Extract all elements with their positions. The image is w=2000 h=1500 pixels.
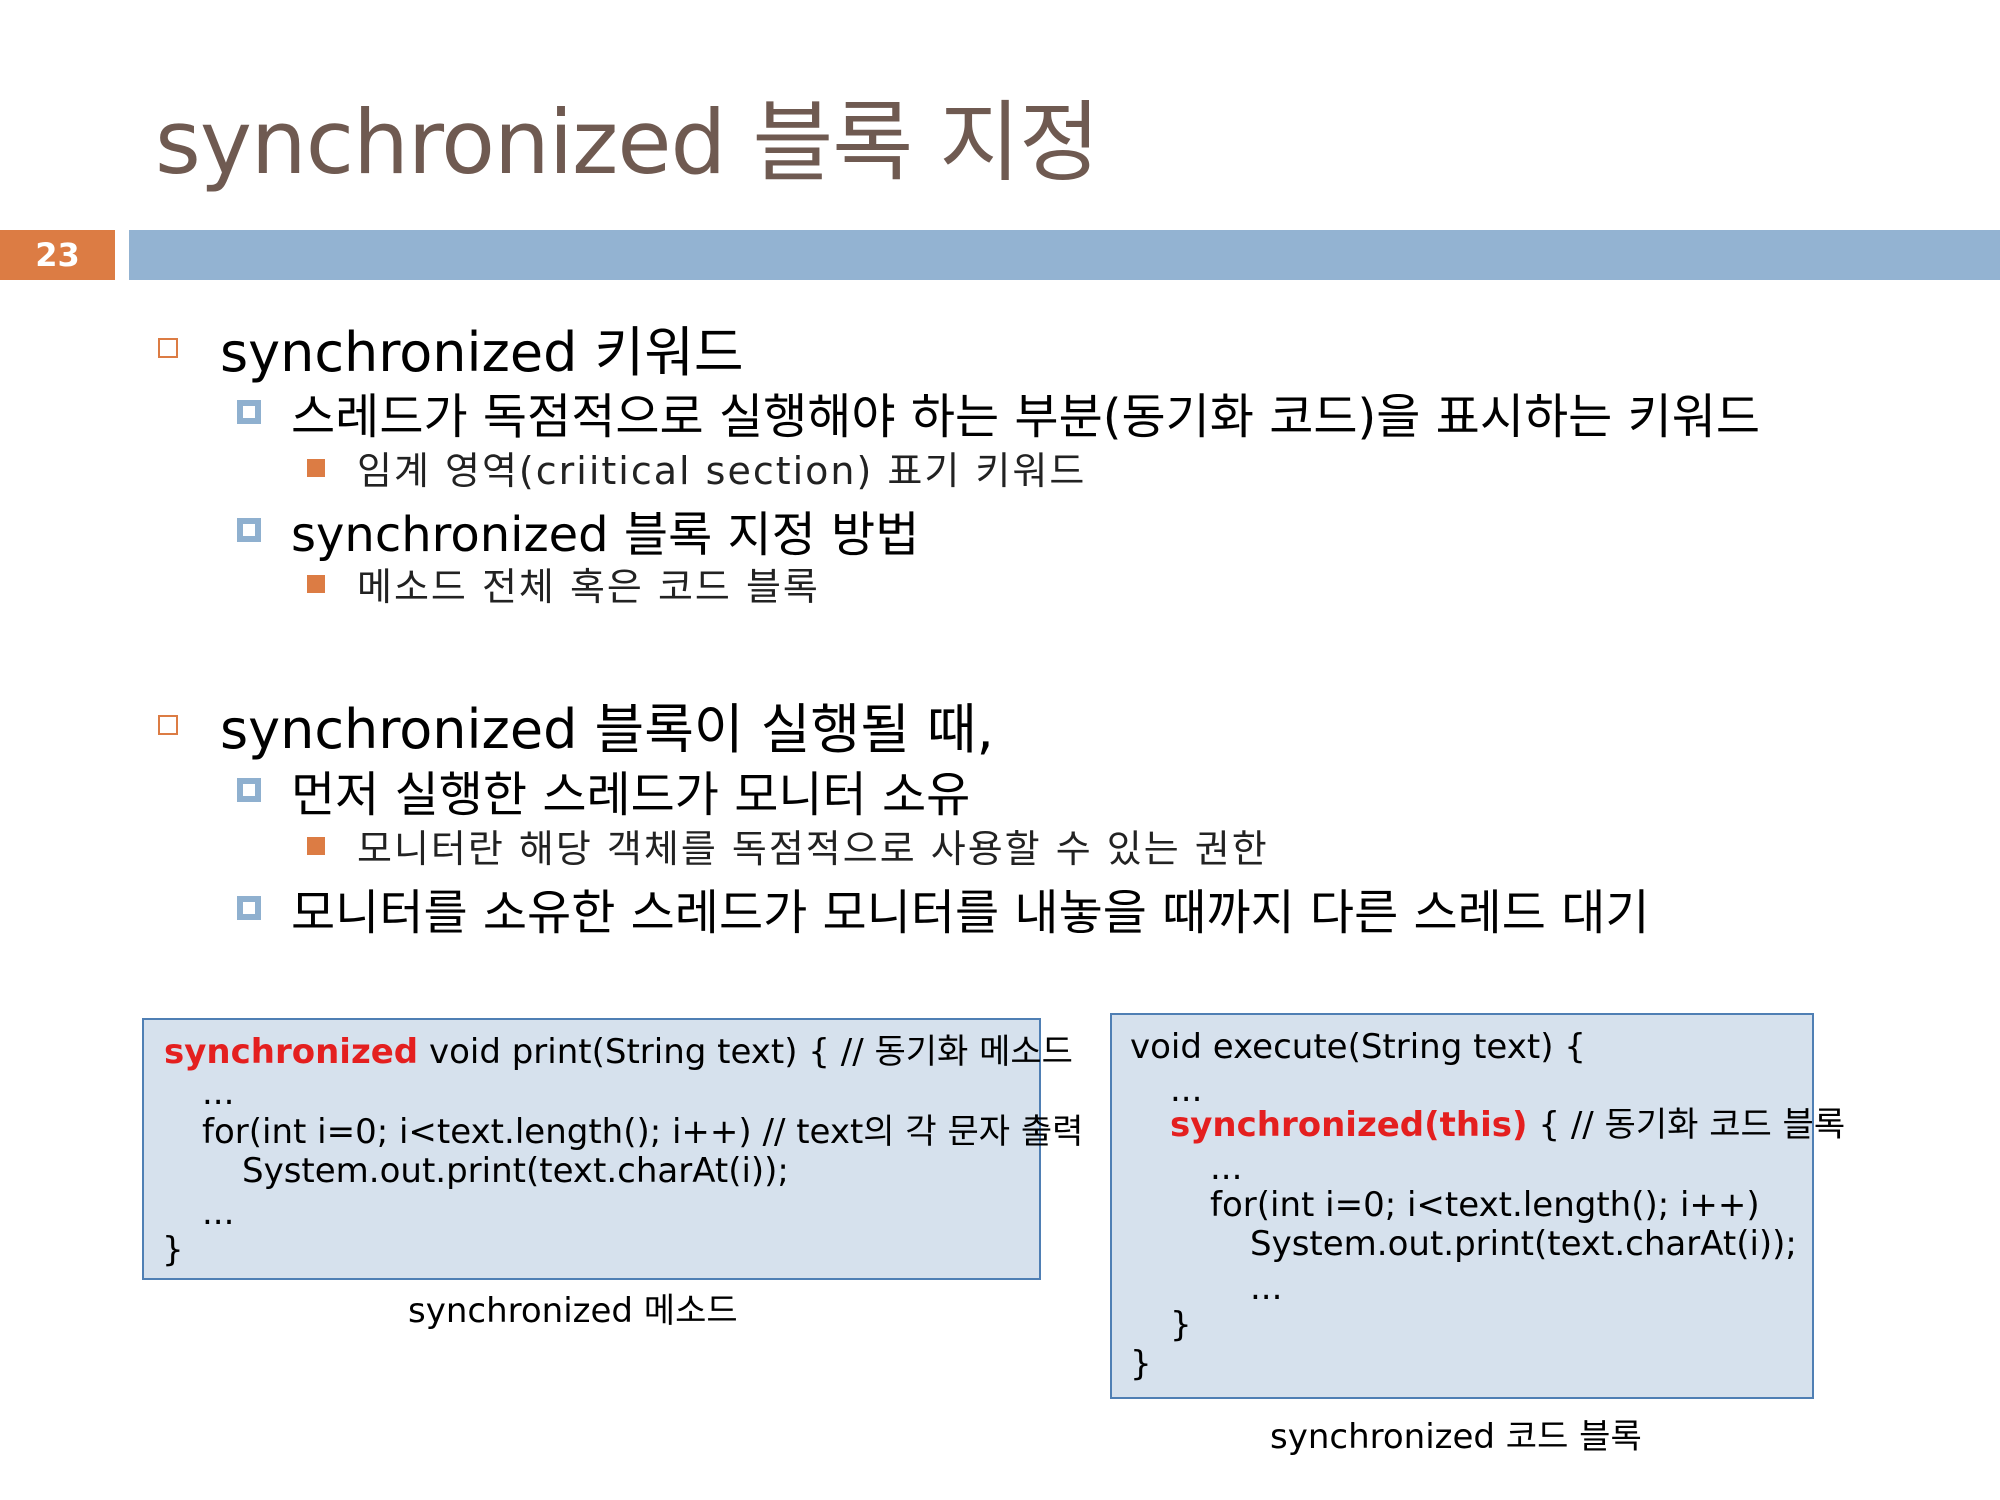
bullet-level1: synchronized 키워드: [158, 308, 744, 387]
blue-square-bullet-icon: [237, 518, 261, 542]
blue-square-bullet-icon: [237, 896, 261, 920]
code-box-block: void execute(String text) { ... synchron…: [1110, 1013, 1845, 1399]
code-text: { // 동기화 코드 블록: [1527, 1105, 1846, 1145]
bullet-text: 임계 영역(criitical section) 표기 키워드: [357, 449, 1087, 493]
bullet-text: synchronized 블록이 실행될 때,: [220, 698, 994, 761]
bullet-level1: synchronized 블록이 실행될 때,: [158, 685, 994, 764]
code-line: }: [162, 1230, 184, 1270]
bullet-level2: 스레드가 독점적으로 실행해야 하는 부분(동기화 코드)을 표시하는 키워드: [237, 377, 1760, 447]
code-keyword: synchronized(this): [1170, 1105, 1528, 1145]
bullet-level2: 먼저 실행한 스레드가 모니터 소유: [237, 755, 970, 825]
bullet-text: 모니터란 해당 객체를 독점적으로 사용할 수 있는 권한: [357, 827, 1269, 871]
code-line: for(int i=0; i<text.length(); i++) // te…: [202, 1112, 1084, 1152]
blue-square-bullet-icon: [237, 778, 261, 802]
bullet-text: synchronized 키워드: [220, 321, 744, 384]
code-text: void print(String text) { // 동기화 메소드: [418, 1032, 1073, 1072]
code-line: }: [1130, 1344, 1152, 1384]
orange-square-bullet-icon: [307, 836, 325, 855]
caption-block: synchronized 코드 블록: [1270, 1417, 1642, 1457]
hollow-square-bullet-icon: [158, 714, 178, 735]
code-line: System.out.print(text.charAt(i));: [1250, 1224, 1797, 1264]
code-line: synchronized void print(String text) { /…: [164, 1032, 1073, 1072]
code-line: ...: [1250, 1268, 1283, 1308]
bullet-level3: 모니터란 해당 객체를 독점적으로 사용할 수 있는 권한: [307, 818, 1269, 873]
code-line: void execute(String text) {: [1130, 1027, 1586, 1067]
bullet-text: 스레드가 독점적으로 실행해야 하는 부분(동기화 코드)을 표시하는 키워드: [291, 389, 1761, 445]
code-line: }: [1170, 1305, 1192, 1345]
code-box-method: synchronized void print(String text) { /…: [142, 1018, 1083, 1280]
blue-square-bullet-icon: [237, 400, 261, 424]
caption-method: synchronized 메소드: [408, 1291, 738, 1331]
bullet-level3: 메소드 전체 혹은 코드 블록: [307, 556, 820, 611]
code-line: ...: [202, 1193, 235, 1233]
code-line: synchronized(this) { // 동기화 코드 블록: [1170, 1105, 1845, 1145]
bullet-text: 모니터를 소유한 스레드가 모니터를 내놓을 때까지 다른 스레드 대기: [291, 885, 1650, 941]
page-number: 23: [0, 230, 115, 280]
code-line: ...: [1170, 1070, 1203, 1110]
header-bar: [129, 230, 2000, 280]
code-line: ...: [202, 1073, 235, 1113]
bullet-level3: 임계 영역(criitical section) 표기 키워드: [307, 440, 1086, 495]
bullet-text: synchronized 블록 지정 방법: [291, 507, 920, 563]
bullet-level2: 모니터를 소유한 스레드가 모니터를 내놓을 때까지 다른 스레드 대기: [237, 873, 1650, 943]
code-line: ...: [1210, 1148, 1243, 1188]
code-line: System.out.print(text.charAt(i));: [242, 1151, 789, 1191]
bullet-text: 먼저 실행한 스레드가 모니터 소유: [291, 767, 971, 823]
orange-square-bullet-icon: [307, 574, 325, 593]
orange-square-bullet-icon: [307, 458, 325, 477]
bullet-text: 메소드 전체 혹은 코드 블록: [357, 565, 820, 609]
slide-title: synchronized 블록 지정: [155, 91, 1100, 194]
code-line: for(int i=0; i<text.length(); i++): [1210, 1185, 1760, 1225]
hollow-square-bullet-icon: [158, 337, 178, 358]
bullet-level2: synchronized 블록 지정 방법: [237, 495, 919, 565]
code-keyword: synchronized: [164, 1032, 419, 1072]
